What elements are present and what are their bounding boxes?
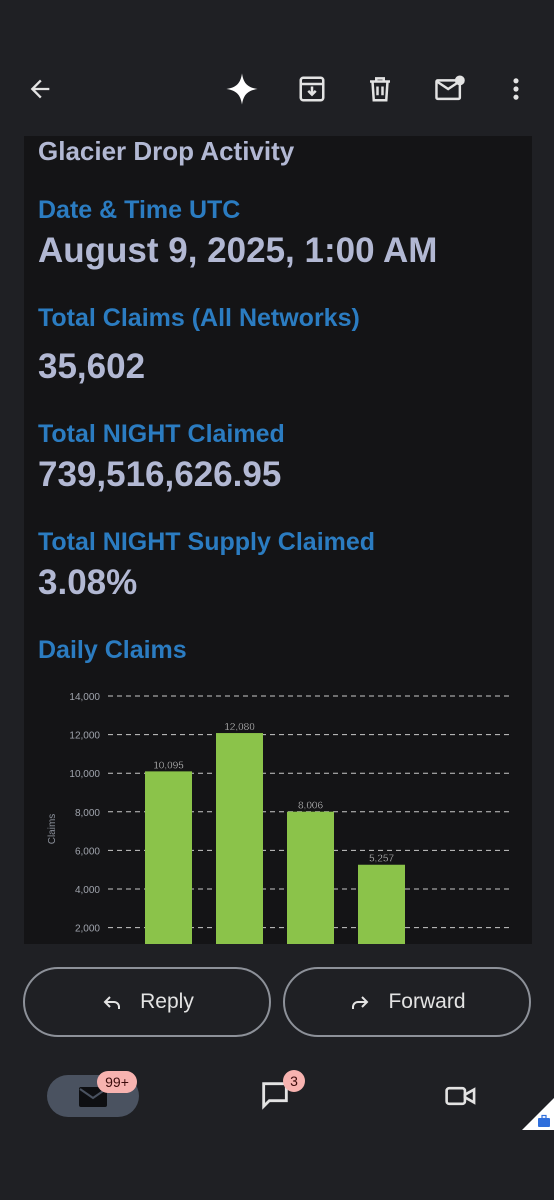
supply-claimed-value: 3.08%	[38, 563, 138, 602]
forward-label: Forward	[388, 990, 466, 1013]
supply-claimed-label: Total NIGHT Supply Claimed	[38, 528, 376, 556]
reply-label: Reply	[140, 990, 194, 1013]
bar-value-label: 12,080	[224, 722, 255, 733]
y-tick-label: 6,000	[75, 846, 100, 857]
date-label: Date & Time UTC	[38, 196, 241, 224]
bar	[358, 864, 405, 944]
daily-claims-label: Daily Claims	[38, 636, 187, 664]
bar-value-label: 10,095	[153, 760, 184, 771]
trash-icon	[370, 77, 390, 102]
app-bar	[0, 0, 554, 136]
reply-button[interactable]: Reply	[23, 967, 271, 1037]
email-title: Glacier Drop Activity	[38, 136, 295, 166]
daily-claims-chart: Claims 2,000 4,000 6,000 8,000 10,000 12,000 14…	[47, 692, 513, 944]
forward-button[interactable]: Forward	[283, 967, 531, 1037]
y-tick-label: 12,000	[69, 731, 100, 742]
y-tick-label: 14,000	[69, 692, 100, 703]
y-axis-label: Claims	[47, 814, 58, 845]
delete-button[interactable]	[358, 67, 402, 111]
night-claimed-value: 739,516,626.95	[38, 455, 282, 494]
archive-button[interactable]	[290, 67, 334, 111]
arrow-left-icon	[30, 79, 50, 99]
y-tick-label: 2,000	[75, 924, 100, 935]
email-body: Glacier Drop Activity Date & Time UTC Au…	[24, 136, 532, 944]
nav-meet[interactable]	[444, 1080, 480, 1114]
bar	[216, 733, 263, 944]
bar-value-label: 5,257	[369, 854, 394, 865]
bar	[287, 811, 334, 944]
y-tick-label: 10,000	[69, 769, 100, 780]
gemini-button[interactable]	[220, 67, 264, 111]
more-options-button[interactable]	[494, 67, 538, 111]
mark-unread-button[interactable]	[428, 67, 472, 111]
reply-icon	[103, 996, 121, 1009]
video-icon	[445, 1086, 476, 1106]
night-claimed-label: Total NIGHT Claimed	[38, 420, 285, 448]
y-tick-label: 4,000	[75, 885, 100, 896]
y-tick-label: 8,000	[75, 808, 100, 819]
more-vert-icon	[513, 78, 519, 100]
claims-value: 35,602	[38, 347, 146, 386]
bar	[145, 771, 192, 944]
claims-label: Total Claims (All Networks)	[38, 304, 360, 332]
back-button[interactable]	[18, 67, 62, 111]
mail-unread-icon	[435, 75, 465, 101]
mail-count-badge: 99+	[97, 1071, 137, 1093]
briefcase-icon	[538, 1114, 550, 1127]
archive-icon	[299, 76, 325, 102]
date-value: August 9, 2025, 1:00 AM	[38, 231, 438, 270]
sparkle-icon	[226, 73, 258, 105]
bar-value-label: 8,006	[298, 801, 323, 812]
chat-count-badge: 3	[283, 1070, 305, 1092]
forward-icon	[352, 996, 369, 1009]
